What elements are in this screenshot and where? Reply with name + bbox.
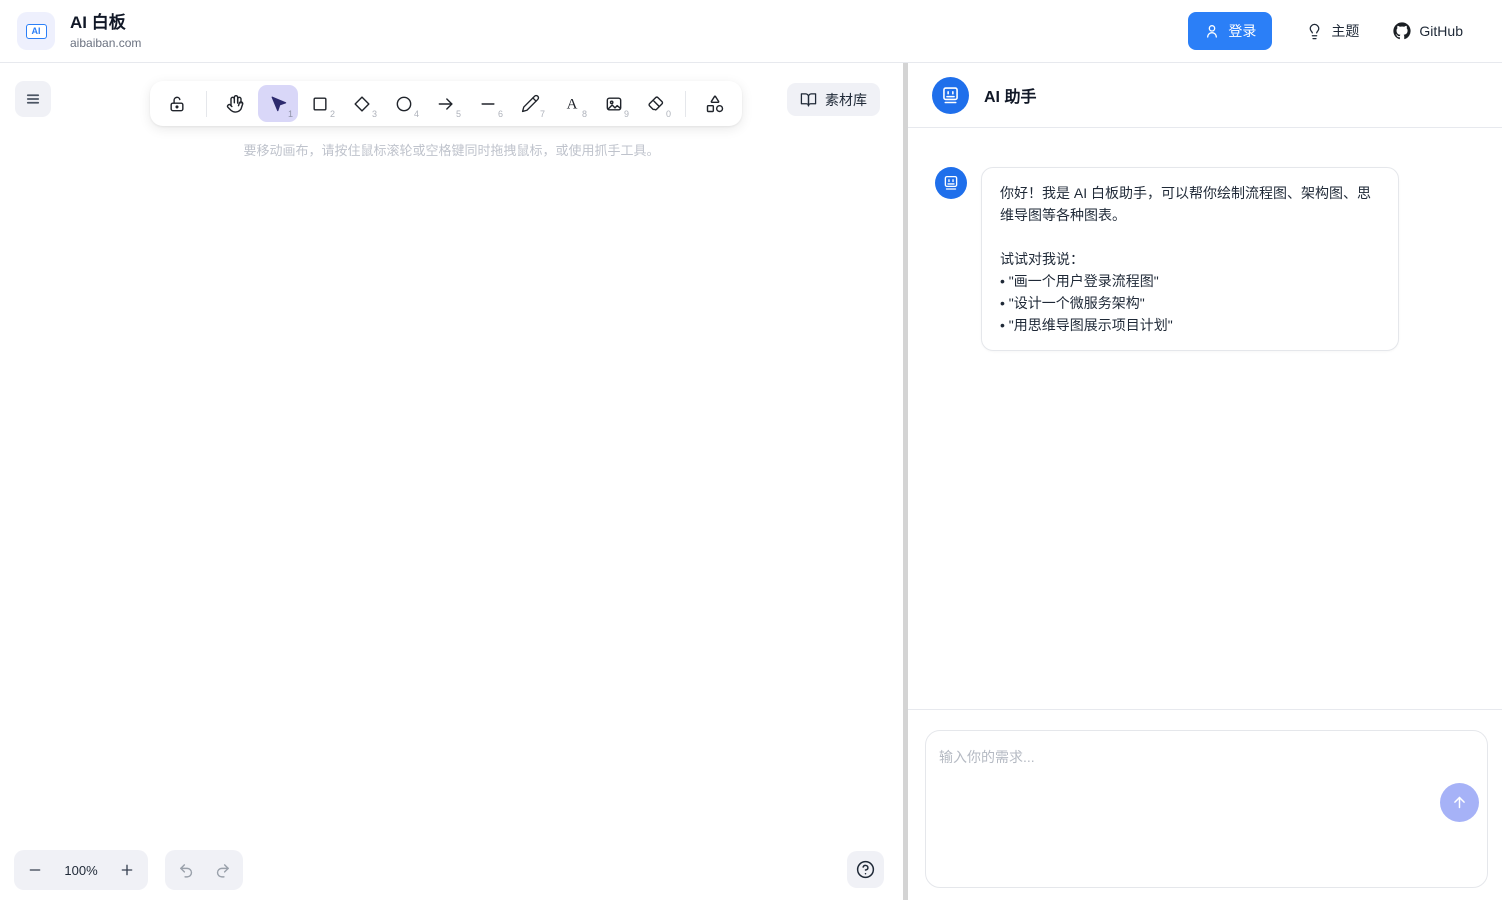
hamburger-icon xyxy=(24,90,42,108)
undo-button[interactable] xyxy=(169,854,203,886)
eraser-icon xyxy=(646,94,666,114)
arrow-up-icon xyxy=(1451,794,1468,811)
theme-button[interactable]: 主题 xyxy=(1306,21,1359,41)
tool-shortcut: 1 xyxy=(288,110,293,119)
user-icon xyxy=(1204,23,1220,39)
zoom-in-button[interactable] xyxy=(110,854,144,886)
message-avatar xyxy=(935,167,967,199)
chat-input-area xyxy=(908,709,1502,900)
lightbulb-icon xyxy=(1306,23,1323,40)
tool-shortcut: 8 xyxy=(582,110,587,119)
github-label: GitHub xyxy=(1419,23,1463,39)
login-button[interactable]: 登录 xyxy=(1188,12,1272,50)
hand-icon xyxy=(226,94,246,114)
toolbar-divider xyxy=(206,91,207,117)
message-list[interactable]: 你好！我是 AI 白板助手，可以帮你绘制流程图、架构图、思维导图等各种图表。 试… xyxy=(908,128,1502,709)
diamond-icon xyxy=(352,94,372,114)
logo-ai-badge: AI xyxy=(26,24,47,39)
pencil-icon xyxy=(521,94,540,113)
line-icon xyxy=(478,94,498,114)
redo-icon xyxy=(214,862,231,879)
arrow-right-icon xyxy=(436,94,456,114)
redo-button[interactable] xyxy=(205,854,239,886)
assistant-avatar xyxy=(932,77,969,114)
tool-shortcut: 4 xyxy=(414,110,419,119)
whiteboard-canvas[interactable]: 1 2 3 4 5 xyxy=(0,63,903,900)
github-icon xyxy=(1393,22,1411,40)
menu-button[interactable] xyxy=(15,81,51,117)
app-header: AI AI 白板 aibaiban.com 登录 主题 GitHub xyxy=(0,0,1502,63)
tool-lock-button[interactable] xyxy=(157,85,197,122)
theme-label: 主题 xyxy=(1331,21,1359,41)
tool-shortcut: 7 xyxy=(540,110,545,119)
chat-input[interactable] xyxy=(926,731,1487,887)
zoom-level[interactable]: 100% xyxy=(52,863,110,878)
tool-shortcut: 3 xyxy=(372,110,377,119)
unlock-icon xyxy=(167,94,187,114)
github-link[interactable]: GitHub xyxy=(1393,22,1463,40)
tool-shortcut: 6 xyxy=(498,110,503,119)
tool-line-button[interactable]: 6 xyxy=(468,85,508,122)
library-label: 素材库 xyxy=(825,90,867,110)
cursor-icon xyxy=(269,94,288,113)
tool-shortcut: 2 xyxy=(330,110,335,119)
tool-diamond-button[interactable]: 3 xyxy=(342,85,382,122)
tool-image-button[interactable]: 9 xyxy=(594,85,634,122)
assistant-title: AI 助手 xyxy=(984,83,1036,107)
robot-icon xyxy=(942,174,960,192)
chat-input-box xyxy=(925,730,1488,888)
drawing-toolbar: 1 2 3 4 5 xyxy=(150,81,742,126)
rectangle-icon xyxy=(310,94,330,114)
zoom-controls: 100% xyxy=(14,850,148,890)
assistant-message: 你好！我是 AI 白板助手，可以帮你绘制流程图、架构图、思维导图等各种图表。 试… xyxy=(935,167,1476,351)
tool-text-button[interactable]: A 8 xyxy=(552,85,592,122)
text-icon: A xyxy=(562,94,582,114)
tool-select-button[interactable]: 1 xyxy=(258,85,298,122)
message-bubble: 你好！我是 AI 白板助手，可以帮你绘制流程图、架构图、思维导图等各种图表。 试… xyxy=(981,167,1399,351)
help-circle-icon xyxy=(855,859,876,880)
tool-rectangle-button[interactable]: 2 xyxy=(300,85,340,122)
tool-shortcut: 9 xyxy=(624,110,629,119)
shapes-icon xyxy=(705,94,725,114)
library-button[interactable]: 素材库 xyxy=(787,83,880,116)
brand: AI AI 白板 aibaiban.com xyxy=(17,12,141,50)
zoom-out-button[interactable] xyxy=(18,854,52,886)
tool-hand-button[interactable] xyxy=(216,85,256,122)
assistant-panel: AI 助手 你好！我是 AI 白板助手，可以帮你绘制流程图、架构图、思维导图等各… xyxy=(908,63,1502,900)
tool-draw-button[interactable]: 7 xyxy=(510,85,550,122)
help-button[interactable] xyxy=(847,851,884,888)
app-subtitle: aibaiban.com xyxy=(70,36,141,50)
history-controls xyxy=(165,850,243,890)
tool-shortcut: 5 xyxy=(456,110,461,119)
tool-eraser-button[interactable]: 0 xyxy=(636,85,676,122)
login-label: 登录 xyxy=(1228,21,1256,41)
robot-icon xyxy=(940,85,961,106)
plus-icon xyxy=(119,862,135,878)
tool-shortcut: 0 xyxy=(666,110,671,119)
minus-icon xyxy=(27,862,43,878)
app-title: AI 白板 xyxy=(70,12,141,33)
toolbar-divider xyxy=(685,91,686,117)
assistant-header: AI 助手 xyxy=(908,63,1502,128)
tool-arrow-button[interactable]: 5 xyxy=(426,85,466,122)
svg-text:A: A xyxy=(567,96,578,112)
circle-icon xyxy=(394,94,414,114)
tool-shapes-button[interactable] xyxy=(695,85,735,122)
tool-ellipse-button[interactable]: 4 xyxy=(384,85,424,122)
book-open-icon xyxy=(800,91,817,108)
image-icon xyxy=(604,94,624,114)
canvas-hint: 要移动画布，请按住鼠标滚轮或空格键同时拖拽鼠标，或使用抓手工具。 xyxy=(0,140,903,159)
send-button[interactable] xyxy=(1440,783,1479,822)
app-logo: AI xyxy=(17,12,55,50)
undo-icon xyxy=(178,862,195,879)
